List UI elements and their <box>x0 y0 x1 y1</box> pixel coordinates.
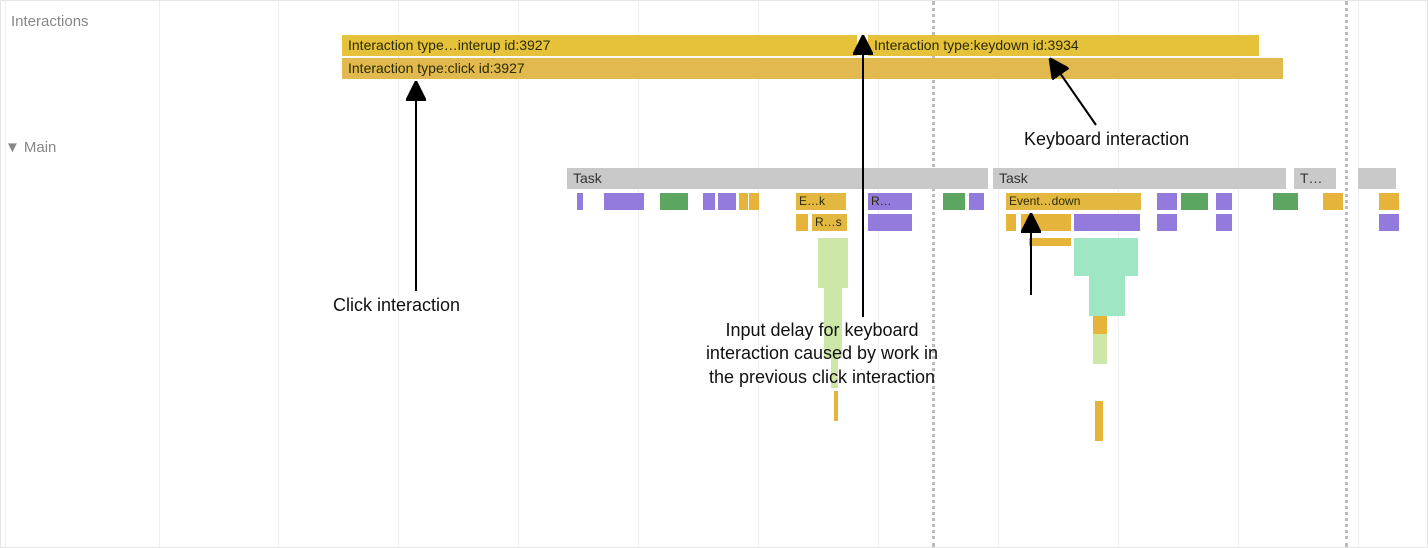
devtools-performance-panel: Interactions ▼Main Interaction type…inte… <box>0 0 1428 548</box>
annotation-arrows <box>1 1 1428 548</box>
